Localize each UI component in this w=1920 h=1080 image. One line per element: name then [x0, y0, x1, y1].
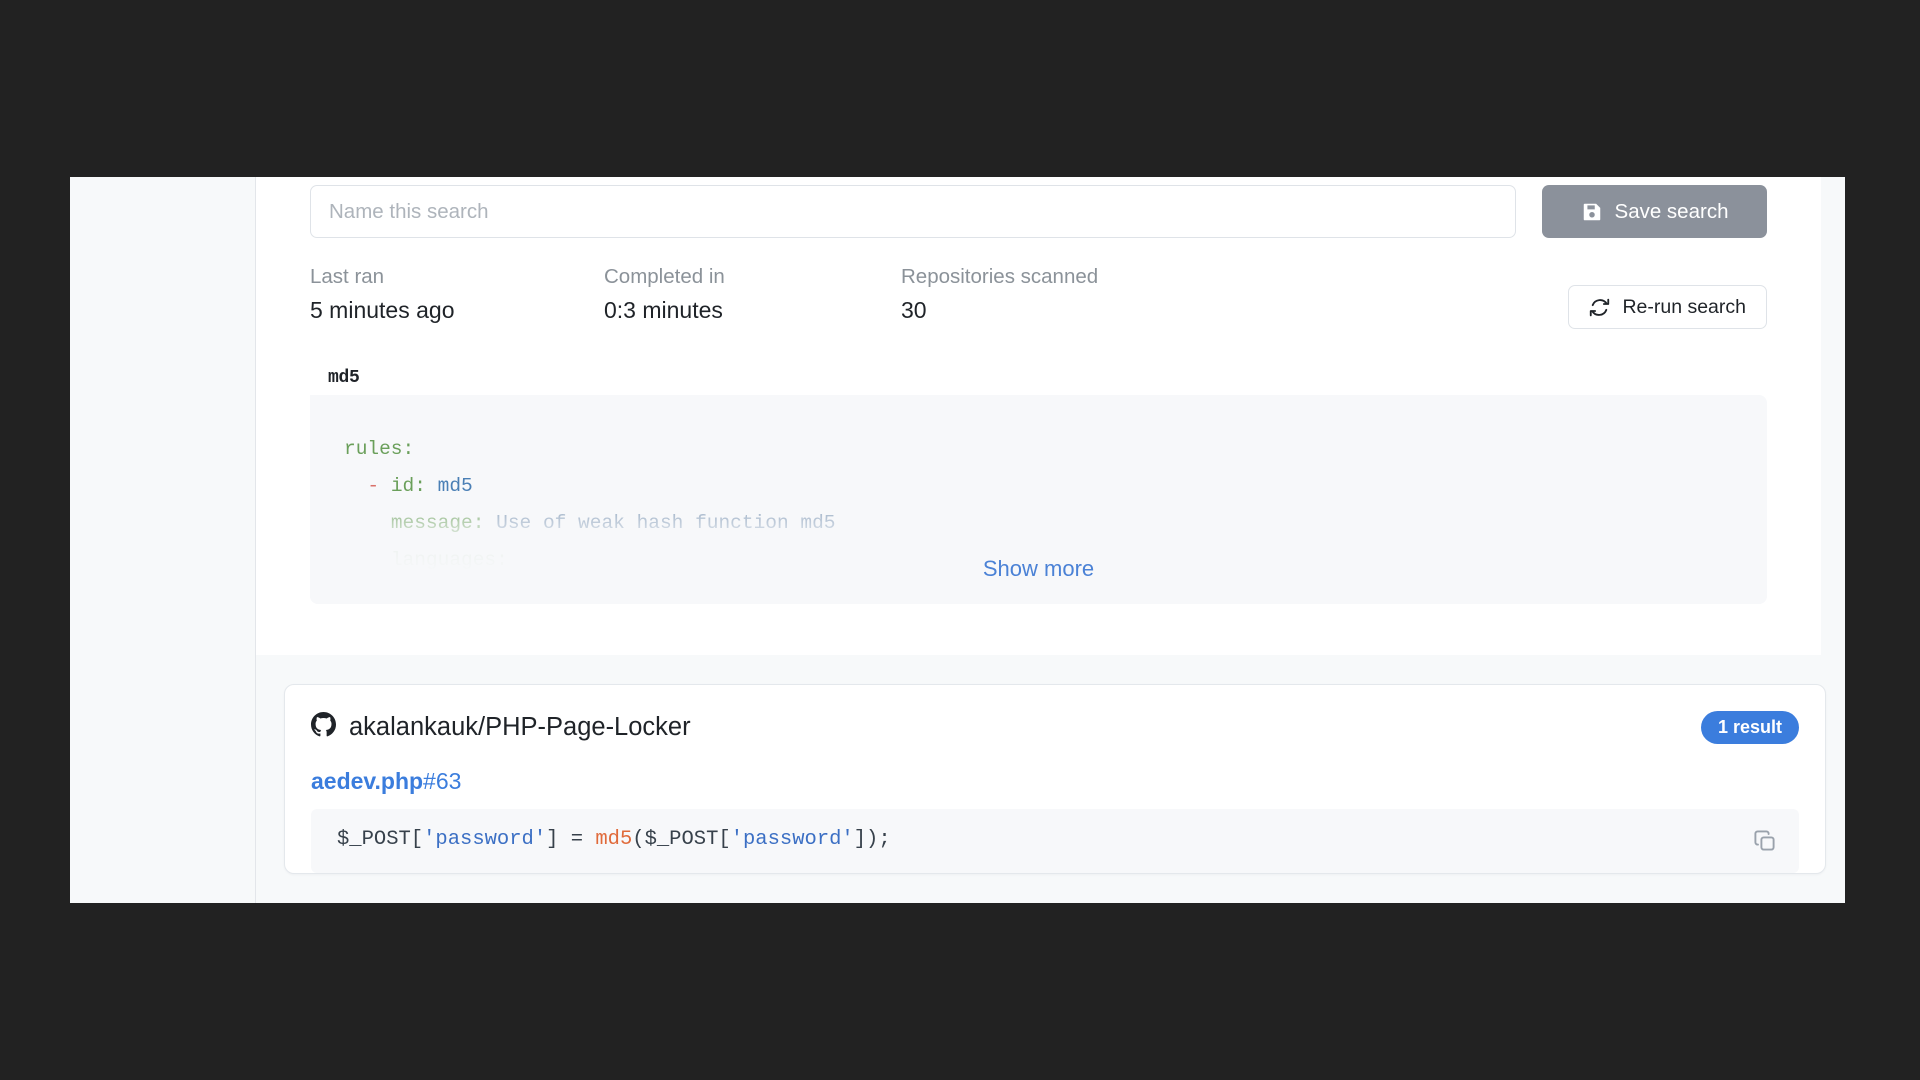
- stat-label: Repositories scanned: [901, 265, 1099, 288]
- show-more-link[interactable]: Show more: [310, 556, 1767, 582]
- result-count-badge: 1 result: [1700, 711, 1799, 744]
- search-name-row: Save search: [310, 177, 1767, 238]
- yaml-token-id-key: id:: [390, 475, 426, 497]
- rerun-search-button[interactable]: Re-run search: [1568, 285, 1767, 329]
- save-search-label: Save search: [1614, 199, 1729, 223]
- php-token-string-1: 'password': [423, 828, 547, 851]
- stat-label: Completed in: [604, 265, 725, 288]
- floppy-save-icon: [1581, 201, 1603, 223]
- file-line-label: #63: [423, 768, 462, 794]
- php-token-md5: md5: [595, 828, 633, 851]
- rule-tab-md5[interactable]: md5: [310, 360, 378, 395]
- stat-value: 0:3 minutes: [604, 296, 723, 323]
- save-search-button[interactable]: Save search: [1542, 185, 1767, 238]
- search-stats-group: Last ran 5 minutes ago Completed in 0:3 …: [310, 265, 1568, 324]
- yaml-token-message-value: Use of weak hash function md5: [496, 512, 836, 534]
- stat-value: 5 minutes ago: [310, 296, 455, 323]
- rule-tab-strip: md5: [310, 357, 1767, 395]
- yaml-token-message-key: message:: [390, 512, 485, 534]
- browser-viewport: Save search Last ran 5 minutes ago Compl…: [70, 177, 1845, 903]
- left-sidebar: [70, 177, 256, 903]
- rerun-search-label: Re-run search: [1622, 295, 1746, 318]
- copy-icon[interactable]: [1753, 829, 1777, 853]
- stat-value: 30: [901, 296, 927, 323]
- repo-card-header: akalankauk/PHP-Page-Locker 1 result: [311, 711, 1799, 744]
- php-token-assign: ] =: [546, 828, 596, 851]
- refresh-sync-icon: [1589, 297, 1610, 318]
- yaml-token-id-value: md5: [437, 475, 473, 497]
- php-snippet-code: $_POST['password'] = md5($_POST['passwor…: [337, 828, 1773, 851]
- search-meta-card: Save search Last ran 5 minutes ago Compl…: [256, 177, 1821, 655]
- repo-title[interactable]: akalankauk/PHP-Page-Locker: [311, 711, 691, 744]
- php-token-inner-open: ($_POST[: [632, 828, 731, 851]
- yaml-token-dash: -: [367, 475, 380, 497]
- search-name-input[interactable]: [310, 185, 1516, 238]
- repo-result-card: akalankauk/PHP-Page-Locker 1 result aede…: [284, 684, 1826, 874]
- rerun-button-wrapper: Re-run search: [1568, 265, 1767, 329]
- stat-last-ran: Last ran 5 minutes ago: [310, 265, 604, 324]
- github-icon: [311, 711, 336, 744]
- file-reference-link[interactable]: aedev.php#63: [311, 768, 461, 795]
- stat-completed-in: Completed in 0:3 minutes: [604, 265, 901, 324]
- repo-name-label: akalankauk/PHP-Page-Locker: [349, 713, 691, 741]
- stat-label: Last ran: [310, 265, 385, 288]
- code-snippet-block: $_POST['password'] = md5($_POST['passwor…: [311, 809, 1799, 873]
- php-token-string-2: 'password': [730, 828, 854, 851]
- rule-code-panel: md5 rules: - id: md5 message: Use of wea…: [310, 357, 1767, 604]
- file-name-label: aedev.php: [311, 768, 424, 794]
- stat-repositories-scanned: Repositories scanned 30: [901, 265, 1098, 324]
- php-token-close: ]);: [853, 828, 891, 851]
- php-token-post-open: $_POST[: [337, 828, 424, 851]
- yaml-token-rules: rules:: [344, 438, 415, 460]
- main-content: Save search Last ran 5 minutes ago Compl…: [256, 177, 1845, 903]
- rule-code-body: rules: - id: md5 message: Use of weak ha…: [310, 395, 1767, 604]
- search-stats-row: Last ran 5 minutes ago Completed in 0:3 …: [310, 265, 1767, 329]
